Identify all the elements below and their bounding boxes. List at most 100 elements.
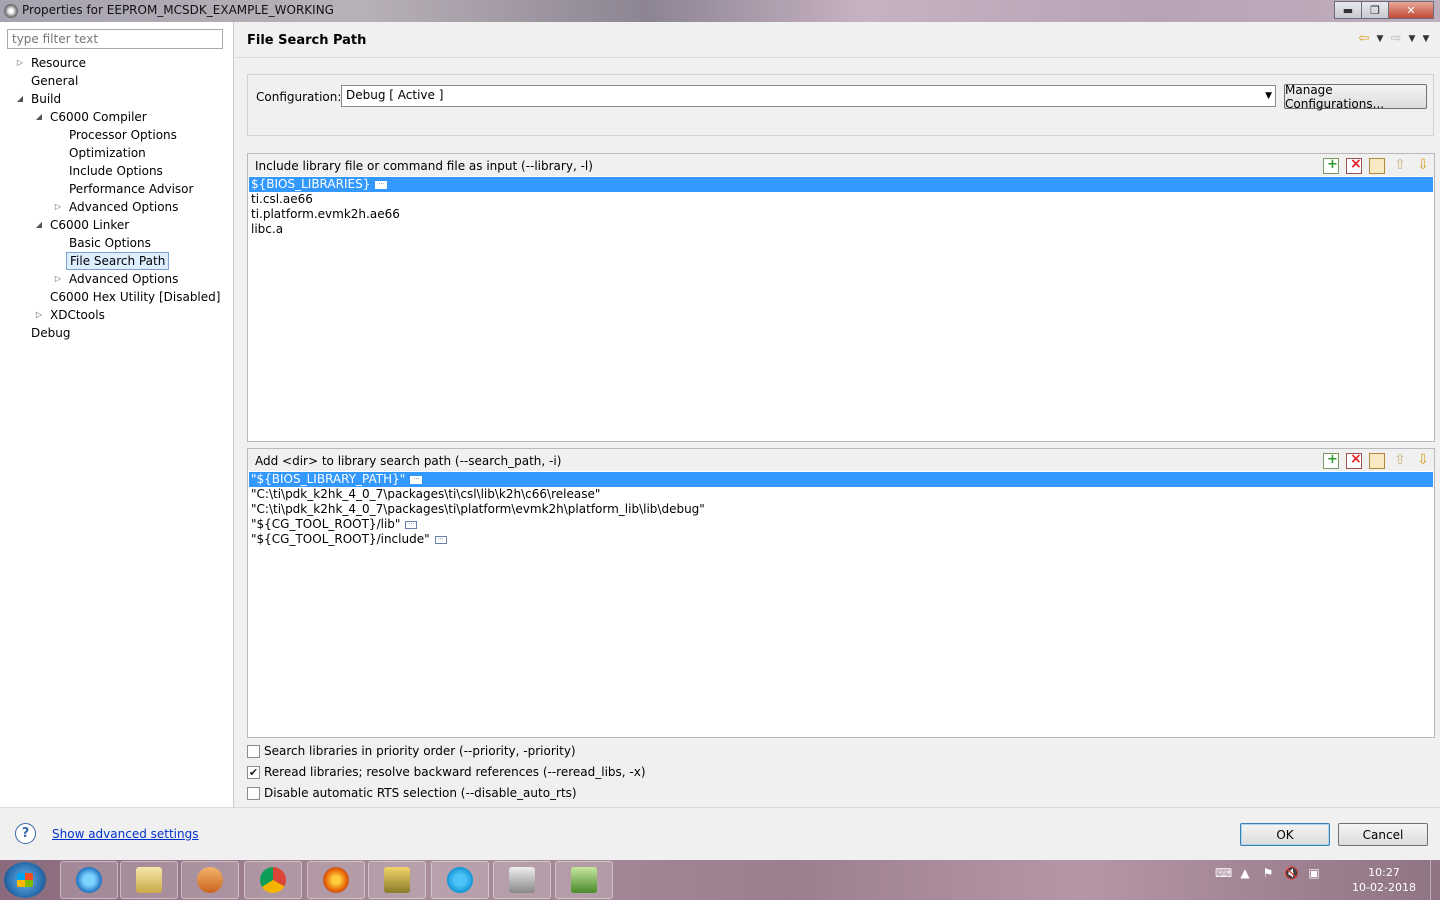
collapse-icon[interactable]: ◢: [34, 216, 44, 234]
configuration-select[interactable]: Debug [ Active ] ▼: [341, 85, 1276, 107]
search-path-group-header: Add <dir> to library search path (--sear…: [248, 449, 1434, 471]
tree-item[interactable]: ▷ Advanced Options: [0, 198, 233, 216]
list-item[interactable]: "${CG_TOOL_ROOT}/lib" ···: [249, 517, 1433, 532]
expand-icon[interactable]: ▷: [15, 54, 25, 72]
variable-ellipsis-icon[interactable]: ···: [410, 475, 423, 484]
option-checkbox-row[interactable]: ✔ Reread libraries; resolve backward refe…: [247, 764, 646, 780]
add-icon[interactable]: [1323, 452, 1339, 469]
taskbar-button[interactable]: [493, 861, 551, 899]
system-tray: ⌨ ▲ ⚑ 🔇 ▣: [1215, 866, 1321, 880]
maximize-button[interactable]: ❐: [1361, 1, 1389, 19]
manage-configurations-button[interactable]: Manage Configurations...: [1284, 83, 1427, 111]
start-button[interactable]: [4, 862, 46, 898]
tree-item[interactable]: C6000 Hex Utility [Disabled]: [0, 288, 233, 306]
close-button[interactable]: ✕: [1388, 1, 1434, 19]
view-menu-icon[interactable]: ▼: [1420, 34, 1432, 44]
tree-item[interactable]: ▷ Resource: [0, 54, 233, 72]
tree-item[interactable]: Performance Advisor: [0, 180, 233, 198]
list-item[interactable]: ${BIOS_LIBRARIES} ···: [249, 177, 1433, 192]
tree-item[interactable]: Debug: [0, 324, 233, 342]
search-path-list[interactable]: "${BIOS_LIBRARY_PATH}" ··· "C:\ti\pdk_k2hk…: [249, 472, 1433, 547]
collapse-icon[interactable]: ◢: [15, 90, 25, 108]
chrome-icon: [260, 867, 286, 893]
list-item[interactable]: "${CG_TOOL_ROOT}/include" ···: [249, 532, 1433, 547]
expand-icon[interactable]: ▷: [53, 198, 63, 216]
taskbar-button[interactable]: [120, 861, 178, 899]
search-path-toolbar: ⇧ ⇩: [1323, 451, 1431, 469]
nav-toolbar: ⇦ ▼ ⇨ ▼ ▼: [1356, 31, 1432, 46]
tree-item[interactable]: ▷ Advanced Options: [0, 270, 233, 288]
taskbar-button[interactable]: [431, 861, 489, 899]
delete-icon[interactable]: [1346, 451, 1362, 469]
tray-arrow-icon[interactable]: ▲: [1238, 866, 1252, 880]
taskbar-button[interactable]: [368, 861, 426, 899]
keyboard-icon[interactable]: ⌨: [1215, 866, 1232, 880]
taskbar-button[interactable]: [307, 861, 365, 899]
clock[interactable]: 10:27 10-02-2018: [1346, 865, 1422, 895]
list-item[interactable]: "C:\ti\pdk_k2hk_4_0_7\packages\ti\csl\li…: [249, 487, 1433, 502]
back-dropdown-icon[interactable]: ▼: [1374, 34, 1386, 44]
dialog-footer: ? Show advanced settings OK Cancel: [0, 807, 1440, 860]
checkbox[interactable]: [247, 744, 260, 758]
configuration-label: Configuration:: [256, 90, 342, 104]
variable-ellipsis-icon[interactable]: ···: [375, 180, 388, 189]
taskbar-button[interactable]: [244, 861, 302, 899]
taskbar-button[interactable]: [60, 861, 118, 899]
tree-item[interactable]: General: [0, 72, 233, 90]
network-icon[interactable]: ▣: [1307, 866, 1321, 880]
volume-muted-icon[interactable]: 🔇: [1284, 866, 1299, 880]
tree-item[interactable]: ◢ Build: [0, 90, 233, 108]
checkbox[interactable]: [247, 786, 260, 800]
collapse-icon[interactable]: ◢: [34, 108, 44, 126]
variable-ellipsis-icon[interactable]: ···: [434, 535, 447, 544]
tree-item[interactable]: ▷ XDCtools: [0, 306, 233, 324]
move-up-icon[interactable]: ⇧: [1392, 453, 1408, 469]
variable-ellipsis-icon[interactable]: ···: [405, 520, 418, 529]
library-toolbar: ⇧ ⇩: [1323, 156, 1431, 174]
list-item[interactable]: libc.a: [249, 222, 1433, 237]
back-arrow-icon[interactable]: ⇦: [1356, 31, 1372, 46]
filter-input[interactable]: [7, 29, 223, 49]
flag-icon[interactable]: ⚑: [1261, 866, 1275, 880]
option-checkbox-row[interactable]: Disable automatic RTS selection (--disab…: [247, 785, 577, 801]
minimize-button[interactable]: ▬: [1334, 1, 1362, 19]
list-item[interactable]: "C:\ti\pdk_k2hk_4_0_7\packages\ti\platfo…: [249, 502, 1433, 517]
option-checkbox-row[interactable]: Search libraries in priority order (--pr…: [247, 743, 576, 759]
library-list[interactable]: ${BIOS_LIBRARIES} ··· ti.csl.ae66 ti.platfo…: [249, 177, 1433, 237]
tree-item[interactable]: Include Options: [0, 162, 233, 180]
page-title: File Search Path: [247, 33, 367, 48]
expand-icon[interactable]: ▷: [53, 270, 63, 288]
add-icon[interactable]: [1323, 157, 1339, 174]
dropdown-arrow-icon: ▼: [1265, 91, 1272, 101]
list-item-text: "${CG_TOOL_ROOT}/lib": [251, 517, 401, 531]
ok-button[interactable]: OK: [1240, 823, 1330, 846]
taskbar-button[interactable]: [181, 861, 239, 899]
tree-item[interactable]: ◢ C6000 Compiler: [0, 108, 233, 126]
taskbar-button[interactable]: [555, 861, 613, 899]
edit-icon[interactable]: [1369, 158, 1385, 174]
forward-dropdown-icon[interactable]: ▼: [1406, 34, 1418, 44]
list-item[interactable]: ti.csl.ae66: [249, 192, 1433, 207]
help-icon[interactable]: ?: [15, 823, 36, 844]
checkbox[interactable]: ✔: [247, 765, 260, 779]
move-down-icon[interactable]: ⇩: [1415, 158, 1431, 174]
firefox-icon: [323, 867, 349, 893]
checkbox-label: Search libraries in priority order (--pr…: [264, 744, 576, 758]
expand-icon[interactable]: ▷: [34, 306, 44, 324]
list-item[interactable]: "${BIOS_LIBRARY_PATH}" ···: [249, 472, 1433, 487]
list-item[interactable]: ti.platform.evmk2h.ae66: [249, 207, 1433, 222]
show-desktop-button[interactable]: [1430, 860, 1440, 900]
delete-icon[interactable]: [1346, 156, 1362, 174]
forward-arrow-icon[interactable]: ⇨: [1388, 31, 1404, 46]
show-advanced-settings-link[interactable]: Show advanced settings: [52, 827, 199, 841]
cancel-button[interactable]: Cancel: [1338, 823, 1428, 846]
tree-item[interactable]: Processor Options: [0, 126, 233, 144]
tree-item[interactable]: ◢ C6000 Linker: [0, 216, 233, 234]
divider: [235, 57, 1440, 58]
tree-item[interactable]: Basic Options: [0, 234, 233, 252]
edit-icon[interactable]: [1369, 453, 1385, 469]
tree-item[interactable]: Optimization: [0, 144, 233, 162]
tree-item[interactable]: File Search Path: [0, 252, 233, 270]
move-up-icon[interactable]: ⇧: [1392, 158, 1408, 174]
move-down-icon[interactable]: ⇩: [1415, 453, 1431, 469]
